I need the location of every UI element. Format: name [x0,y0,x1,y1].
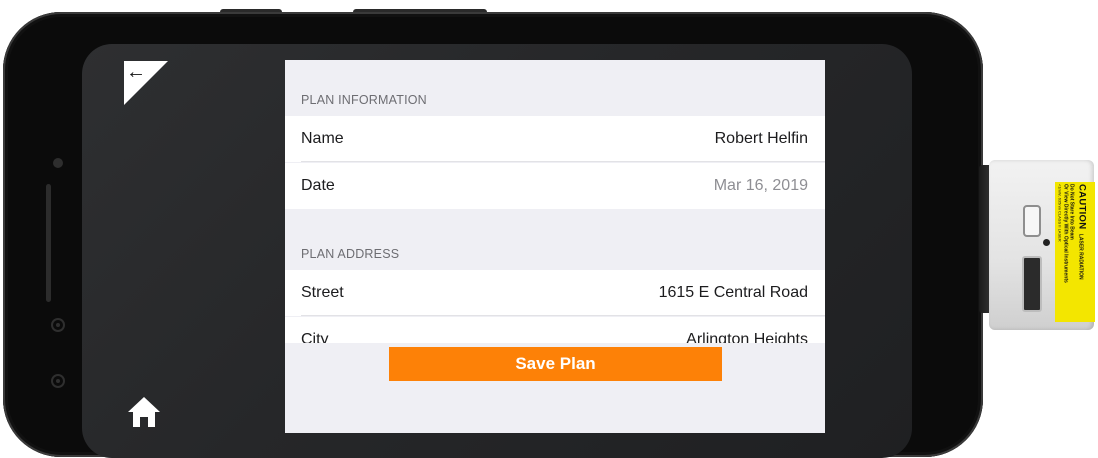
city-value: Arlington Heights [686,331,808,343]
form-row-name[interactable]: Name Robert Helfin [285,116,825,162]
section-header-label: PLAN INFORMATION [301,93,427,107]
laser-module: CAUTION LASER RADIATION Do Not Stare Int… [979,160,1098,330]
form-row-label: City [301,331,329,343]
section-header-plan-information: PLAN INFORMATION [285,93,825,113]
home-button[interactable] [126,394,162,430]
date-value: Mar 16, 2019 [713,177,808,194]
form-row-label: Name [301,130,344,147]
status-led [1043,239,1050,246]
laser-caution-label: CAUTION LASER RADIATION Do Not Stare Int… [1055,182,1095,322]
power-switch [1023,205,1041,237]
back-button[interactable]: ← [124,61,168,105]
earpiece-speaker [46,184,51,302]
usb-port [1022,256,1042,312]
phone-frame: ← PLAN INFORMATION Name Robert Helfin Da… [3,12,983,458]
street-value: 1615 E Central Road [658,284,808,301]
laser-warning: LASER RADIATION [1077,233,1084,280]
proximity-sensor [51,318,65,332]
phone-screen: ← PLAN INFORMATION Name Robert Helfin Da… [82,44,912,458]
section-header-plan-address: PLAN ADDRESS [285,247,825,267]
front-camera [53,158,63,168]
save-plan-button[interactable]: Save Plan [389,347,722,381]
home-icon [128,397,160,427]
laser-caution-text: CAUTION LASER RADIATION Do Not Stare Int… [1058,184,1093,320]
name-value: Robert Helfin [714,130,808,147]
form-row-label: Street [301,284,344,301]
plan-form-scroll[interactable]: PLAN INFORMATION Name Robert Helfin Date… [285,60,825,343]
form-row-date[interactable]: Date Mar 16, 2019 [285,163,825,209]
form-row-street[interactable]: Street 1615 E Central Road [285,270,825,316]
laser-line-2: Or View Directly With Optical Instrument… [1062,184,1069,283]
form-row-city[interactable]: City Arlington Heights [285,317,825,343]
plan-form-panel: PLAN INFORMATION Name Robert Helfin Date… [285,60,825,433]
form-row-label: Date [301,177,335,194]
light-sensor [51,374,65,388]
laser-module-body: CAUTION LASER RADIATION Do Not Stare Int… [989,160,1095,330]
row-divider [301,161,825,162]
caution-word: CAUTION [1076,184,1088,230]
back-arrow-icon: ← [126,61,146,83]
row-divider [301,315,825,316]
section-header-label: PLAN ADDRESS [301,247,400,261]
